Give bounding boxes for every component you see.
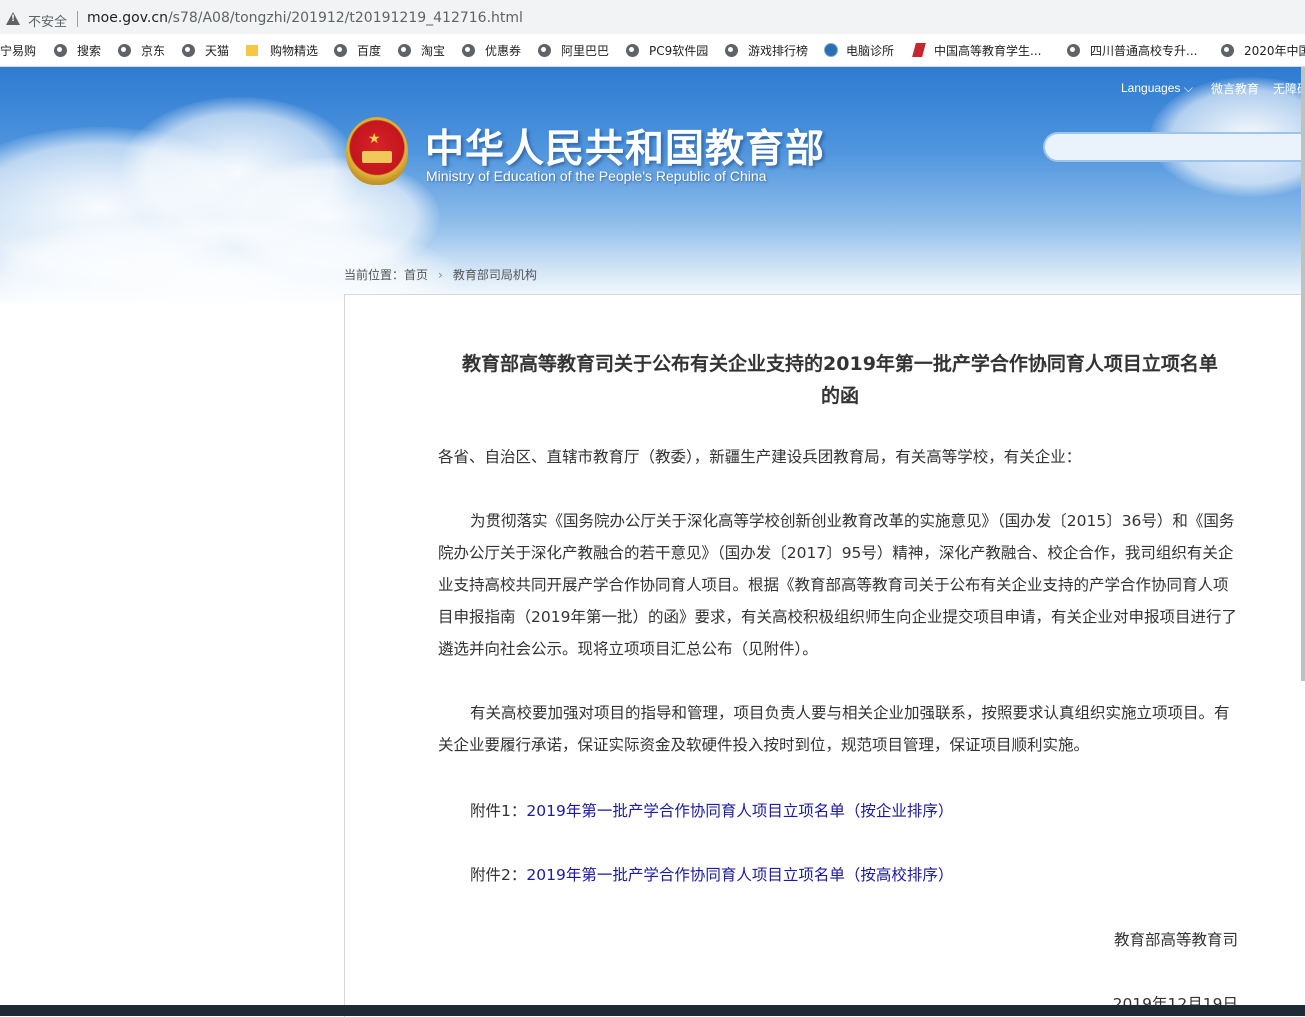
bookmark-label: 四川普通高校专升...: [1090, 43, 1198, 58]
bookmark-taobao[interactable]: 淘宝: [398, 41, 445, 59]
breadcrumb-label: 当前位置：: [344, 268, 405, 282]
url-text[interactable]: moe.gov.cn/s78/A08/tongzhi/201912/t20191…: [87, 10, 523, 26]
header-banner: [0, 67, 1305, 307]
national-emblem-logo[interactable]: ★: [346, 117, 408, 185]
bookmark-jd[interactable]: 京东: [118, 41, 165, 59]
attachment-2: 附件2：2019年第一批产学合作协同育人项目立项名单（按高校排序）: [470, 863, 953, 885]
article-title-line1: 教育部高等教育司关于公布有关企业支持的2019年第一批产学合作协同育人项目立项名…: [462, 353, 1218, 375]
bookmark-label: 阿里巴巴: [561, 43, 610, 58]
languages-dropdown[interactable]: Languages ⌵: [1121, 81, 1193, 96]
globe-icon: [398, 43, 411, 57]
taskbar[interactable]: [0, 1005, 1305, 1016]
bookmark-label: 购物精选: [270, 43, 319, 58]
attachment-1-prefix: 附件1：: [470, 802, 527, 820]
breadcrumb-section[interactable]: 教育部司局机构: [453, 268, 537, 282]
attachment-2-link[interactable]: 2019年第一批产学合作协同育人项目立项名单（按高校排序）: [526, 866, 953, 884]
warning-icon[interactable]: [6, 12, 20, 25]
globe-icon: [462, 43, 475, 57]
insecure-label[interactable]: 不安全: [28, 11, 67, 30]
address-bar[interactable]: 不安全 moe.gov.cn/s78/A08/tongzhi/201912/t2…: [0, 0, 1305, 34]
gate-icon: [362, 151, 392, 163]
site-title[interactable]: 中华人民共和国教育部: [425, 118, 825, 174]
attachment-1-link[interactable]: 2019年第一批产学合作协同育人项目立项名单（按企业排序）: [526, 802, 953, 820]
bookmark-label: 2020年中国: [1244, 43, 1305, 58]
globe-icon: [538, 43, 551, 57]
divider: [77, 11, 78, 27]
bookmark-label: PC9软件园: [649, 43, 709, 58]
bookmark-shopping-folder[interactable]: 购物精选: [246, 41, 318, 59]
paragraph-1: 为贯彻落实《国务院办公厅关于深化高等学校创新创业教育改革的实施意见》（国办发〔2…: [438, 512, 1237, 658]
bookmark-pc-clinic[interactable]: 电脑诊所: [824, 41, 894, 59]
globe-icon: [725, 43, 738, 57]
url-path: /s78/A08/tongzhi/201912/t20191219_412716…: [167, 10, 523, 26]
globe-icon: [334, 43, 347, 57]
bookmark-search[interactable]: 搜索: [54, 41, 101, 59]
bookmark-chsi[interactable]: 中国高等教育学生...: [912, 41, 1042, 59]
article-title-line2: 的函: [820, 385, 859, 407]
url-host: moe.gov.cn: [87, 10, 168, 26]
globe-icon: [1067, 43, 1080, 57]
globe-icon: [1221, 43, 1234, 57]
scrollbar[interactable]: [1301, 67, 1305, 681]
bookmark-label: 天猫: [205, 43, 230, 58]
signature: 教育部高等教育司: [1113, 931, 1238, 949]
article-title: 教育部高等教育司关于公布有关企业支持的2019年第一批产学合作协同育人项目立项名…: [440, 348, 1240, 412]
bookmarks-bar: 宁易购 搜索 京东 天猫 购物精选 百度 淘宝 优惠券 阿里巴巴 PC9软件园 …: [0, 34, 1305, 67]
bookmark-coupons[interactable]: 优惠券: [462, 41, 521, 59]
bookmark-game-rank[interactable]: 游戏排行榜: [725, 41, 808, 59]
paragraph-2: 有关高校要加强对项目的指导和管理，项目负责人要与相关企业加强联系，按照要求认真组…: [438, 704, 1230, 754]
search-input[interactable]: [1043, 132, 1305, 162]
bookmark-suning[interactable]: 宁易购: [0, 41, 36, 59]
bookmark-tmall[interactable]: 天猫: [182, 41, 229, 59]
star-icon: ★: [368, 131, 381, 147]
bookmark-label: 游戏排行榜: [748, 43, 809, 58]
globe-icon: [626, 43, 639, 57]
chevron-right-icon: ›: [438, 268, 443, 282]
site-subtitle[interactable]: Ministry of Education of the People's Re…: [426, 168, 766, 184]
bookmark-alibaba[interactable]: 阿里巴巴: [538, 41, 609, 59]
bookmark-label: 电脑诊所: [846, 43, 895, 58]
globe-icon: [182, 43, 195, 57]
bookmark-sichuan[interactable]: 四川普通高校专升...: [1067, 41, 1197, 59]
salutation: 各省、自治区、直辖市教育厅（教委），新疆生产建设兵团教育局，有关高等学校，有关企…: [438, 448, 1082, 466]
bookmark-label: 搜索: [77, 43, 102, 58]
breadcrumb: 当前位置：首页 › 教育部司局机构: [344, 266, 537, 283]
bookmark-label: 百度: [357, 43, 382, 58]
folder-icon: [246, 44, 258, 56]
bookmark-label: 中国高等教育学生...: [934, 43, 1042, 58]
wechat-link[interactable]: 微言教育: [1211, 80, 1259, 97]
chevron-down-icon: ⌵: [1183, 81, 1193, 95]
pc-clinic-icon: [824, 43, 838, 57]
bookmark-baidu[interactable]: 百度: [334, 41, 381, 59]
omnibox[interactable]: 不安全 moe.gov.cn/s78/A08/tongzhi/201912/t2…: [0, 3, 1305, 31]
bookmark-2020[interactable]: 2020年中国: [1221, 41, 1305, 59]
bookmark-label: 宁易购: [0, 43, 37, 58]
languages-label: Languages: [1121, 81, 1181, 95]
attachment-1: 附件1：2019年第一批产学合作协同育人项目立项名单（按企业排序）: [470, 799, 953, 821]
bookmark-label: 优惠券: [485, 43, 522, 58]
globe-icon: [118, 43, 131, 57]
breadcrumb-home[interactable]: 首页: [404, 268, 428, 282]
bookmark-label: 京东: [141, 43, 166, 58]
attachment-2-prefix: 附件2：: [470, 866, 527, 884]
bookmark-pc9[interactable]: PC9软件园: [626, 41, 708, 59]
bookmark-label: 淘宝: [421, 43, 446, 58]
globe-icon: [54, 43, 67, 57]
red-logo-icon: [912, 43, 926, 57]
